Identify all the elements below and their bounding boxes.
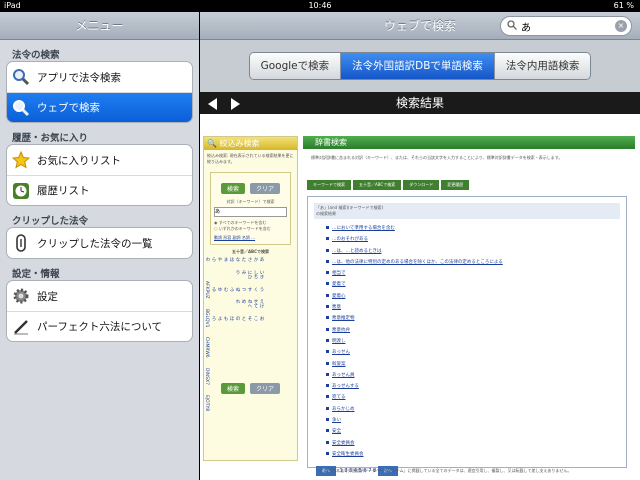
gear-icon [11, 286, 31, 306]
keyword-input[interactable]: あ [214, 207, 287, 217]
sidebar-title: メニュー [0, 12, 199, 40]
dictionary-title: 辞書検索 [303, 136, 635, 149]
list-item[interactable]: あっせん [308, 349, 626, 360]
query-note2: の検索結果 [316, 211, 336, 216]
clock-icon [11, 181, 31, 201]
search-input[interactable]: あ [521, 19, 615, 34]
sidebar-item-label: パーフェクト六法について [37, 321, 163, 333]
sidebar-item-label: アプリで法令検索 [37, 71, 121, 84]
refine-desc: 絞込み検索: 現在表示されている検索結果を更に絞り込みます。 [207, 153, 294, 164]
list-item[interactable]: …において準用する場合を含む [308, 225, 626, 236]
battery-label: 61 % [613, 1, 634, 10]
segment-google[interactable]: Googleで検索 [249, 53, 341, 79]
sidebar-item-web-search[interactable]: ウェブで検索 [7, 92, 192, 122]
magnifier-icon [11, 67, 31, 87]
main-panel: ウェブで検索 あ × Googleで検索 法令外国語訳DBで単語検索 法令内用語… [200, 12, 640, 480]
footer-note: この「日本法令外国語訳データベースシステム」に掲載している全てのデータは、適宜引… [320, 468, 572, 473]
refine-clear-button[interactable]: クリア [250, 183, 281, 194]
sidebar: メニュー 法令の検索 アプリで法令検索 ウェブで検索 履歴・お気に入り お気に入… [0, 12, 199, 480]
refine-search-button[interactable]: 検索 [220, 183, 245, 194]
pen-icon [11, 317, 31, 337]
list-item[interactable]: 争い [308, 417, 626, 428]
list-item[interactable]: 安全衛生委員会 [308, 451, 626, 462]
section-header-search: 法令の検索 [12, 50, 60, 61]
list-item[interactable]: 悪意推定物 [308, 315, 626, 326]
segment-translation-db[interactable]: 法令外国語訳DBで単語検索 [340, 53, 494, 79]
section-header-history: 履歴・お気に入り [12, 133, 89, 144]
section-header-settings: 設定・情報 [12, 269, 60, 280]
kana-grid[interactable]: あかさたなはまやらわ いきしちにひみ りうくすつぬふむゆる えけせてねへめ れおこそ… [204, 257, 264, 321]
sidebar-item-clip-list[interactable]: クリップした法令の一覧 [7, 228, 192, 258]
refine-title: 絞込み検索 [219, 139, 260, 148]
paperclip-icon [11, 233, 31, 253]
sidebar-item-about[interactable]: パーフェクト六法について [7, 311, 192, 341]
result-list: …において準用する場合を含む …のおそれがある …は、…と読めるときは …は、他… [308, 225, 626, 462]
list-item[interactable]: あらかじめ [308, 406, 626, 417]
result-title: 検索結果 [395, 96, 444, 110]
keyword-label: 対訳（キーワード）で検索 [226, 199, 275, 204]
magnifier-icon: 🔍 [207, 139, 217, 148]
clock: 10:46 [308, 1, 332, 10]
tab-download[interactable]: ダウンロード [403, 180, 440, 190]
list-item[interactable]: 愛着で [308, 281, 626, 292]
list-item[interactable]: …は、…と読めるときは [308, 248, 626, 259]
list-item[interactable]: 悪意 [308, 304, 626, 315]
main-navbar: ウェブで検索 あ × [200, 12, 640, 40]
dictionary-desc: 標準対訳辞書に含まれる対訳（キーワード）、または、それらの当該文字を入力すること… [311, 155, 563, 160]
list-item[interactable]: 明渡し [308, 338, 626, 349]
star-icon [11, 150, 31, 170]
search-mode-segmented-control[interactable]: Googleで検索 法令外国語訳DBで単語検索 法令内用語検索 [248, 52, 592, 80]
filter-links[interactable]: 動詞 形容 副詞 名詞 … [214, 235, 287, 241]
radio-any[interactable]: ○ いずれかのキーワードを含む [214, 226, 287, 232]
sidebar-item-label: お気に入りリスト [37, 154, 121, 167]
sidebar-item-label: クリップした法令の一覧 [37, 237, 153, 250]
sidebar-item-label: 履歴リスト [37, 185, 90, 197]
status-bar: iPad 10:46 61 % [0, 0, 640, 12]
magnifier-icon [11, 98, 31, 118]
abc-grid[interactable]: AFKPUZ BGLQV1 CHMRW6 DINSX7 EJOTY8 [204, 281, 209, 411]
search-field[interactable]: あ × [500, 16, 632, 36]
list-item[interactable]: 安全委員会 [308, 440, 626, 451]
tab-kana[interactable]: 五十音／ABCで検索 [353, 180, 402, 190]
sidebar-item-history[interactable]: 履歴リスト [7, 175, 192, 205]
list-item[interactable]: …は、他の法律に特別の定めのある場合を除くほか、この法律の定めるところによる [308, 259, 626, 270]
kana-clear-button[interactable]: クリア [250, 383, 281, 394]
refine-panel: 🔍 絞込み検索 絞込み検索: 現在表示されている検索結果を更に絞り込みます。 検… [203, 136, 298, 461]
list-item[interactable]: 相当で [308, 270, 626, 281]
result-box: 「あ」(and 検索)(キーワードで検索) の検索結果 …において準用する場合を… [307, 196, 627, 477]
list-item[interactable]: 愛着心 [308, 293, 626, 304]
tab-history[interactable]: 変更履歴 [441, 180, 470, 190]
list-item[interactable]: あっせん員 [308, 372, 626, 383]
dictionary-panel: 辞書検索 標準対訳辞書に含まれる対訳（キーワード）、または、それらの当該文字を入… [303, 136, 635, 477]
sidebar-item-label: ウェブで検索 [37, 102, 100, 114]
sidebar-item-label: 設定 [37, 290, 58, 303]
segment-law-terms[interactable]: 法令内用語検索 [493, 53, 591, 79]
kana-label: 五十音／ABCで検索 [231, 249, 270, 254]
sidebar-item-settings[interactable]: 設定 [7, 281, 192, 311]
list-item[interactable]: 宛てる [308, 394, 626, 405]
browser-toolbar: 検索結果 [200, 92, 640, 114]
list-item[interactable]: 斡旋案 [308, 361, 626, 372]
clear-icon[interactable]: × [615, 20, 627, 32]
list-item[interactable]: 悪意抗弁 [308, 327, 626, 338]
search-icon [507, 19, 517, 33]
list-item[interactable]: …のおそれがある [308, 236, 626, 247]
list-item[interactable]: あっせんする [308, 383, 626, 394]
sidebar-item-app-search[interactable]: アプリで法令検索 [7, 62, 192, 92]
section-header-clips: クリップした法令 [12, 216, 89, 227]
list-item[interactable]: 安全 [308, 428, 626, 439]
sidebar-item-favorites[interactable]: お気に入りリスト [7, 145, 192, 175]
web-content: 🔍 絞込み検索 絞込み検索: 現在表示されている検索結果を更に絞り込みます。 検… [200, 114, 640, 480]
tab-keyword[interactable]: キーワードで検索 [307, 180, 351, 190]
kana-search-button[interactable]: 検索 [220, 383, 245, 394]
